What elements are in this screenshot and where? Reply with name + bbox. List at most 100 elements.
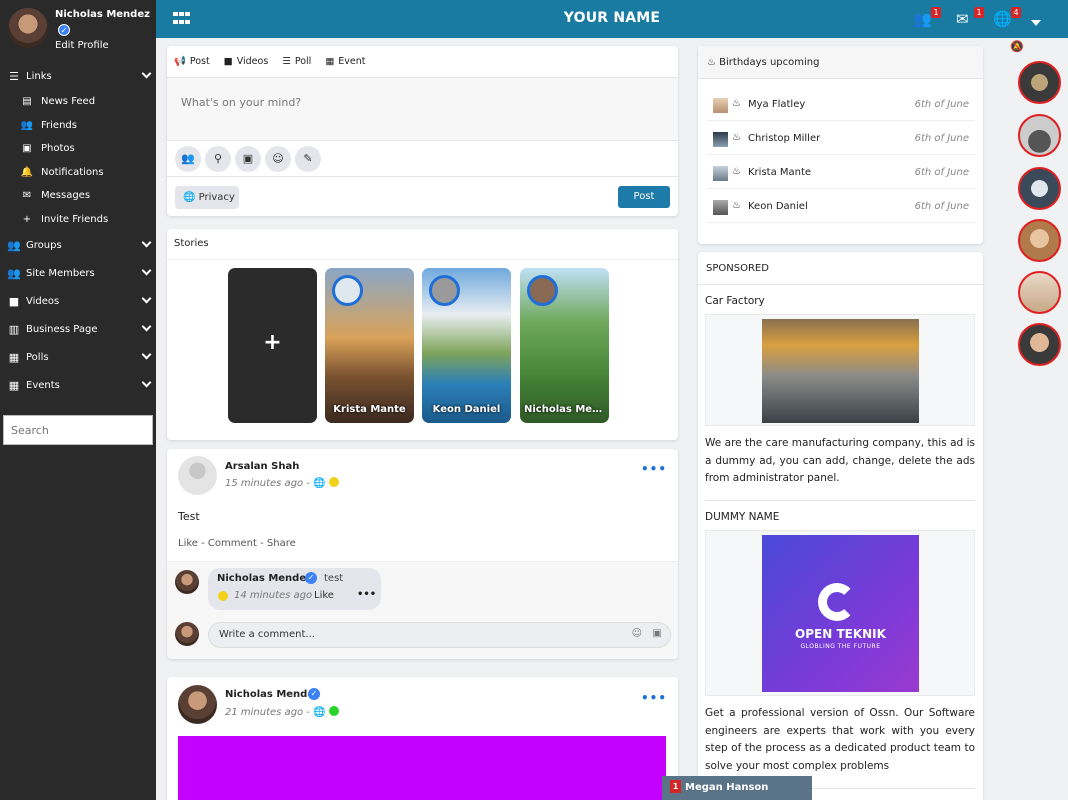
- comment-time: 14 minutes ago: [234, 590, 313, 601]
- chevron-down-icon[interactable]: [1031, 20, 1041, 26]
- ad-image-frame[interactable]: OPEN TEKNIK GLOBLING THE FUTURE: [705, 530, 975, 696]
- edit-profile-link[interactable]: Edit Profile: [55, 40, 109, 51]
- post-textarea[interactable]: What's on your mind?: [167, 78, 678, 141]
- avatar[interactable]: [178, 456, 217, 495]
- chevron-down-icon[interactable]: [141, 321, 152, 332]
- privacy-button[interactable]: 🌐 Privacy: [175, 186, 239, 209]
- avatar[interactable]: [178, 685, 217, 724]
- sidebar-item-label: News Feed: [41, 96, 96, 108]
- emoji-icon[interactable]: ☺: [265, 145, 291, 172]
- chat-tab[interactable]: 1 Megan Hanson: [662, 776, 812, 800]
- separator: -: [201, 538, 205, 549]
- ad-image[interactable]: [762, 319, 919, 423]
- chevron-down-icon[interactable]: [141, 265, 152, 276]
- search-input[interactable]: Search: [3, 415, 153, 445]
- sidebar-item-messages[interactable]: ✉ Messages: [0, 184, 156, 208]
- avatar[interactable]: [1018, 219, 1061, 262]
- tab-poll[interactable]: ☰ Poll: [282, 56, 311, 67]
- story-card[interactable]: Keon Daniel: [422, 268, 511, 423]
- news-icon: ▤: [22, 96, 32, 108]
- friends-requests-icon[interactable]: 👥 1: [913, 7, 941, 28]
- list-item[interactable]: ♨ Mya Flatley 6th of June: [707, 88, 975, 121]
- post-author[interactable]: Nicholas Mendez: [225, 689, 320, 700]
- tab-post[interactable]: 📢 Post: [174, 56, 210, 67]
- list-item[interactable]: ♨ Krista Mante 6th of June: [707, 156, 975, 189]
- sidebar-item-notifications[interactable]: 🔔 Notifications: [0, 161, 156, 185]
- tab-event[interactable]: ▦ Event: [325, 56, 365, 67]
- avatar[interactable]: [1018, 114, 1061, 157]
- sidebar-section-groups[interactable]: 👥 Groups: [0, 231, 156, 259]
- avatar[interactable]: [1018, 323, 1061, 366]
- sidebar-section-videos[interactable]: ■ Videos: [0, 287, 156, 315]
- users-icon: 👥: [20, 119, 34, 131]
- share-button[interactable]: Share: [267, 538, 296, 549]
- tab-videos[interactable]: ■ Videos: [224, 56, 269, 67]
- notifications-badge: 4: [1011, 7, 1021, 18]
- list-item[interactable]: ♨ Christop Miller 6th of June: [707, 122, 975, 155]
- profile-name[interactable]: Nicholas Mendez: [55, 9, 150, 20]
- birthday-name[interactable]: Krista Mante: [748, 167, 811, 178]
- ad-image[interactable]: OPEN TEKNIK GLOBLING THE FUTURE: [762, 535, 919, 692]
- avatar[interactable]: [1018, 61, 1061, 104]
- open-teknik-logo: [818, 583, 856, 621]
- comment-options-button[interactable]: •••: [357, 589, 376, 600]
- comment-button[interactable]: Comment: [208, 538, 257, 549]
- stories-panel: Stories + Krista Mante Keon Daniel Nicho…: [167, 229, 678, 440]
- sidebar-section-label: Links: [26, 70, 52, 82]
- post-options-button[interactable]: •••: [641, 691, 667, 705]
- avatar[interactable]: [175, 622, 199, 646]
- sidebar-item-news-feed[interactable]: ▤ News Feed: [0, 90, 156, 114]
- comment-author[interactable]: Nicholas Mendez: [217, 573, 312, 584]
- camera-icon[interactable]: ▣: [653, 628, 662, 639]
- sidebar-section-site-members[interactable]: 👥 Site Members: [0, 259, 156, 287]
- image-icon[interactable]: ▣: [235, 145, 261, 172]
- sidebar-item-label: Notifications: [41, 166, 104, 178]
- post-author[interactable]: Arsalan Shah: [225, 461, 299, 472]
- list-item[interactable]: ♨ Keon Daniel 6th of June: [707, 190, 975, 223]
- location-pin-icon[interactable]: ⚲: [205, 145, 231, 172]
- birthday-date: 6th of June: [914, 133, 969, 144]
- comment-input[interactable]: Write a comment... ☺ ▣: [208, 622, 671, 648]
- ad-title[interactable]: Car Factory: [705, 295, 765, 307]
- sidebar-section-events[interactable]: ▦ Events: [0, 371, 156, 399]
- birthdays-title: ♨ Birthdays upcoming: [698, 46, 983, 79]
- sidebar-section-business-page[interactable]: ▥ Business Page: [0, 315, 156, 343]
- sidebar-section-polls[interactable]: ▦ Polls: [0, 343, 156, 371]
- birthday-name[interactable]: Keon Daniel: [748, 201, 808, 212]
- story-card[interactable]: Krista Mante: [325, 268, 414, 423]
- post-options-button[interactable]: •••: [641, 462, 667, 476]
- like-button[interactable]: Like: [178, 538, 198, 549]
- chevron-down-icon[interactable]: [141, 68, 152, 79]
- chevron-down-icon[interactable]: [141, 349, 152, 360]
- post-text: Test: [178, 510, 200, 523]
- sidebar-item-invite-friends[interactable]: + Invite Friends: [0, 208, 156, 232]
- globe-notifications-icon[interactable]: 🌐 4: [993, 7, 1021, 28]
- avatar[interactable]: [175, 570, 199, 594]
- messages-icon[interactable]: ✉ 1: [956, 7, 984, 28]
- story-card[interactable]: Nicholas Men...: [520, 268, 609, 423]
- emoji-icon[interactable]: ☺: [632, 628, 642, 639]
- tag-friends-icon[interactable]: 👥: [175, 145, 201, 172]
- ad-image-frame[interactable]: [705, 314, 975, 426]
- post-image[interactable]: [178, 736, 666, 800]
- birthday-name[interactable]: Christop Miller: [748, 133, 820, 144]
- bell-off-icon[interactable]: 🔕: [1010, 40, 1024, 53]
- avatar[interactable]: [1018, 167, 1061, 210]
- post-button[interactable]: Post: [618, 186, 670, 208]
- chevron-down-icon[interactable]: [141, 377, 152, 388]
- sidebar-item-photos[interactable]: ▣ Photos: [0, 137, 156, 161]
- comment-like-button[interactable]: Like: [314, 590, 334, 601]
- brush-icon[interactable]: ✎: [295, 145, 321, 172]
- user-plus-icon: +: [22, 213, 32, 225]
- story-name: Nicholas Men...: [524, 404, 609, 415]
- ad-title[interactable]: DUMMY NAME: [705, 511, 779, 523]
- avatar[interactable]: [8, 8, 48, 48]
- chevron-down-icon[interactable]: [141, 237, 152, 248]
- sidebar-section-links[interactable]: ☰ Links: [0, 62, 156, 90]
- chevron-down-icon[interactable]: [141, 293, 152, 304]
- add-story-button[interactable]: +: [228, 268, 317, 423]
- birthday-name[interactable]: Mya Flatley: [748, 99, 805, 110]
- sidebar-item-friends[interactable]: 👥 Friends: [0, 114, 156, 138]
- avatar: [527, 275, 558, 306]
- avatar[interactable]: [1018, 271, 1061, 314]
